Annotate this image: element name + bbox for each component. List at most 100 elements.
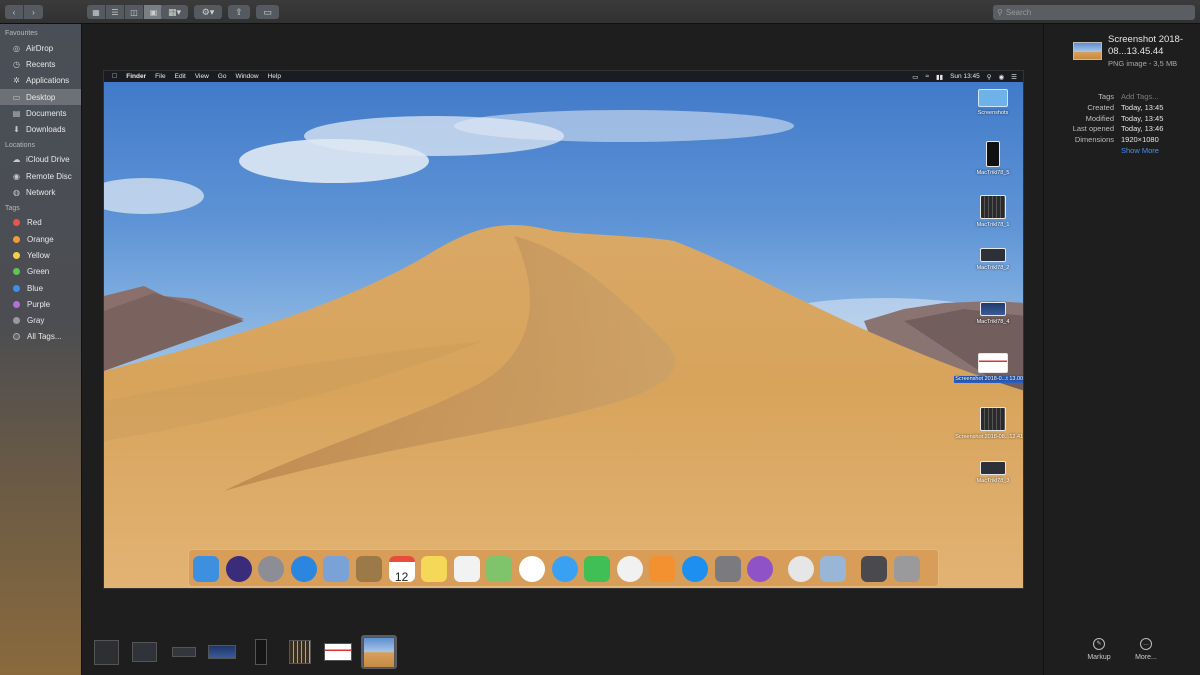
meta-key: Modified (1085, 113, 1114, 123)
sidebar-tag-all-tags[interactable]: All Tags... (0, 329, 81, 345)
dock-notes-icon[interactable] (421, 556, 448, 582)
dock-feedback-icon[interactable] (747, 556, 774, 582)
tag-color-dot (13, 333, 20, 341)
tag-label: Purple (27, 299, 51, 309)
filmstrip-thumbnail[interactable] (323, 636, 353, 668)
filmstrip-thumbnail[interactable] (131, 636, 158, 668)
sidebar-item-network[interactable]: ◍ Network (0, 184, 81, 200)
sidebar-item-label: iCloud Drive (26, 155, 70, 165)
chevron-right-icon[interactable]: › (24, 5, 43, 19)
desktop-icon-2[interactable]: MacTrikl78_1 (968, 195, 1018, 229)
markup-action[interactable]: ✎ Markup (1079, 638, 1119, 661)
dock-system-preferences-icon[interactable] (714, 556, 741, 582)
dock-trash-icon[interactable] (893, 556, 920, 582)
dock-preview-icon[interactable] (820, 556, 847, 582)
thumbnail-image (172, 647, 196, 657)
desktop-wallpaper (104, 71, 1023, 588)
desktop-icon-0[interactable]: Screenshots (968, 89, 1018, 117)
sidebar-item-label: Network (26, 188, 56, 198)
applications-icon: ✲ (13, 76, 20, 86)
dock-safari-icon[interactable] (290, 556, 317, 582)
sidebar-tag-yellow[interactable]: Yellow (0, 247, 81, 263)
more-action[interactable]: … More... (1126, 638, 1166, 661)
sidebar-section-locations: Locations (5, 141, 35, 149)
show-more-link[interactable]: Show More (1121, 146, 1159, 157)
sidebar-item-downloads[interactable]: ⬇ Downloads (0, 121, 81, 137)
share-button[interactable]: ⇧ (228, 5, 250, 19)
menubar-clock: Sun 13:45 (950, 73, 980, 80)
preview-image[interactable]:  Finder File Edit View Go Window Help ▭… (103, 70, 1024, 589)
dock-itunes-icon[interactable] (616, 556, 643, 582)
list-view-button[interactable]: ☰ (106, 5, 125, 19)
airplay-icon: ▭ (912, 73, 919, 81)
file-thumbnail-icon (980, 407, 1006, 431)
dock-calendar-icon[interactable]: 12 (388, 556, 415, 584)
desktop-icon-label: MacTrikl78_5 (976, 170, 1010, 176)
group-by-button[interactable]: ▦▾ (161, 5, 188, 19)
tag-color-dot (13, 219, 20, 227)
sidebar-item-icloud-drive[interactable]: ☁ iCloud Drive (0, 152, 81, 168)
add-tags-field[interactable]: Add Tags... (1121, 92, 1158, 103)
desktop-icon-3[interactable]: MacTrikl78_2 (968, 248, 1018, 272)
dock-maps-icon[interactable] (486, 556, 513, 582)
sidebar-tag-orange[interactable]: Orange (0, 231, 81, 247)
file-thumbnail-icon (978, 353, 1008, 373)
dock-mail-icon[interactable] (323, 556, 350, 582)
action-button[interactable]: ⚙▾ (194, 5, 222, 19)
desktop-icon-7[interactable]: MacTrikl78_3 (968, 461, 1018, 485)
dock-ibooks-icon[interactable] (649, 556, 676, 582)
sidebar-tag-blue[interactable]: Blue (0, 280, 81, 296)
meta-value: Today, 13:46 (1121, 124, 1164, 133)
icon-view-button[interactable]: ▦ (87, 5, 106, 19)
filmstrip-thumbnail[interactable] (361, 635, 397, 669)
sidebar-item-remote-disc[interactable]: ◉ Remote Disc (0, 168, 81, 184)
sidebar-item-applications[interactable]: ✲ Applications (0, 73, 81, 89)
column-view-button[interactable]: ◫ (125, 5, 144, 19)
dock-finder-icon[interactable] (193, 556, 219, 582)
dock-downloads-stack-icon[interactable] (861, 556, 887, 582)
dock-app-store-icon[interactable] (682, 556, 708, 582)
dock-photos-icon[interactable] (519, 556, 545, 582)
meta-key: Last opened (1072, 124, 1114, 133)
battery-icon: ▮▮ (935, 73, 944, 81)
sidebar-item-recents[interactable]: ◷ Recents (0, 56, 81, 72)
tag-label: Blue (27, 283, 44, 293)
dock-chrome-icon[interactable] (787, 556, 814, 582)
dock-reminders-icon[interactable] (453, 556, 480, 582)
sidebar-tag-green[interactable]: Green (0, 264, 81, 280)
sidebar-item-documents[interactable]: ▤ Documents (0, 105, 81, 121)
meta-key: Created (1087, 103, 1114, 112)
view-mode-segment: ▦ ☰ ◫ ▣ (87, 5, 163, 19)
sidebar-item-airdrop[interactable]: ◎ AirDrop (0, 40, 81, 56)
dock-launchpad-icon[interactable] (258, 556, 285, 582)
chevron-left-icon[interactable]: ‹ (5, 5, 24, 19)
dock-siri-icon[interactable] (225, 556, 252, 582)
filmstrip-thumbnail[interactable] (288, 636, 312, 668)
desktop-icon-6[interactable]: Screenshot 2018-08...12.41.21 (955, 407, 1023, 441)
sidebar-item-desktop[interactable]: ▭ Desktop (0, 88, 81, 106)
dock-contacts-icon[interactable] (356, 556, 382, 582)
search-field[interactable]: ⚲ (993, 5, 1195, 20)
search-input[interactable] (1005, 8, 1186, 17)
menubar-view: View (189, 73, 209, 80)
sidebar-tag-red[interactable]: Red (0, 215, 81, 231)
dock-facetime-icon[interactable] (584, 556, 611, 582)
filmstrip-thumbnail[interactable] (254, 636, 268, 668)
filmstrip-thumbnail[interactable] (93, 636, 120, 668)
sidebar-tag-purple[interactable]: Purple (0, 296, 81, 312)
sidebar-item-label: Recents (26, 59, 56, 69)
notification-center-icon: ☰ (1011, 73, 1017, 81)
meta-row-created: Created Today, 13:45 (1044, 103, 1200, 114)
desktop-icon-1[interactable]: MacTrikl78_5 (968, 141, 1018, 177)
tags-button[interactable]: ▭ (256, 5, 279, 19)
desktop-icon-label: MacTrikl78_2 (976, 265, 1010, 271)
menubar-help: Help (262, 73, 281, 80)
desktop-icon-4[interactable]: MacTrikl78_4 (968, 302, 1018, 326)
meta-key: Tags (1098, 92, 1114, 101)
desktop-icon-5[interactable]: Screenshot 2018-0...t 13.00.27 (954, 353, 1023, 383)
filmstrip-thumbnail[interactable] (171, 636, 197, 668)
filmstrip-thumbnail[interactable] (207, 636, 237, 668)
dock-messages-icon[interactable] (551, 556, 578, 582)
disc-icon: ◉ (13, 171, 20, 181)
sidebar-tag-gray[interactable]: Gray (0, 312, 81, 328)
